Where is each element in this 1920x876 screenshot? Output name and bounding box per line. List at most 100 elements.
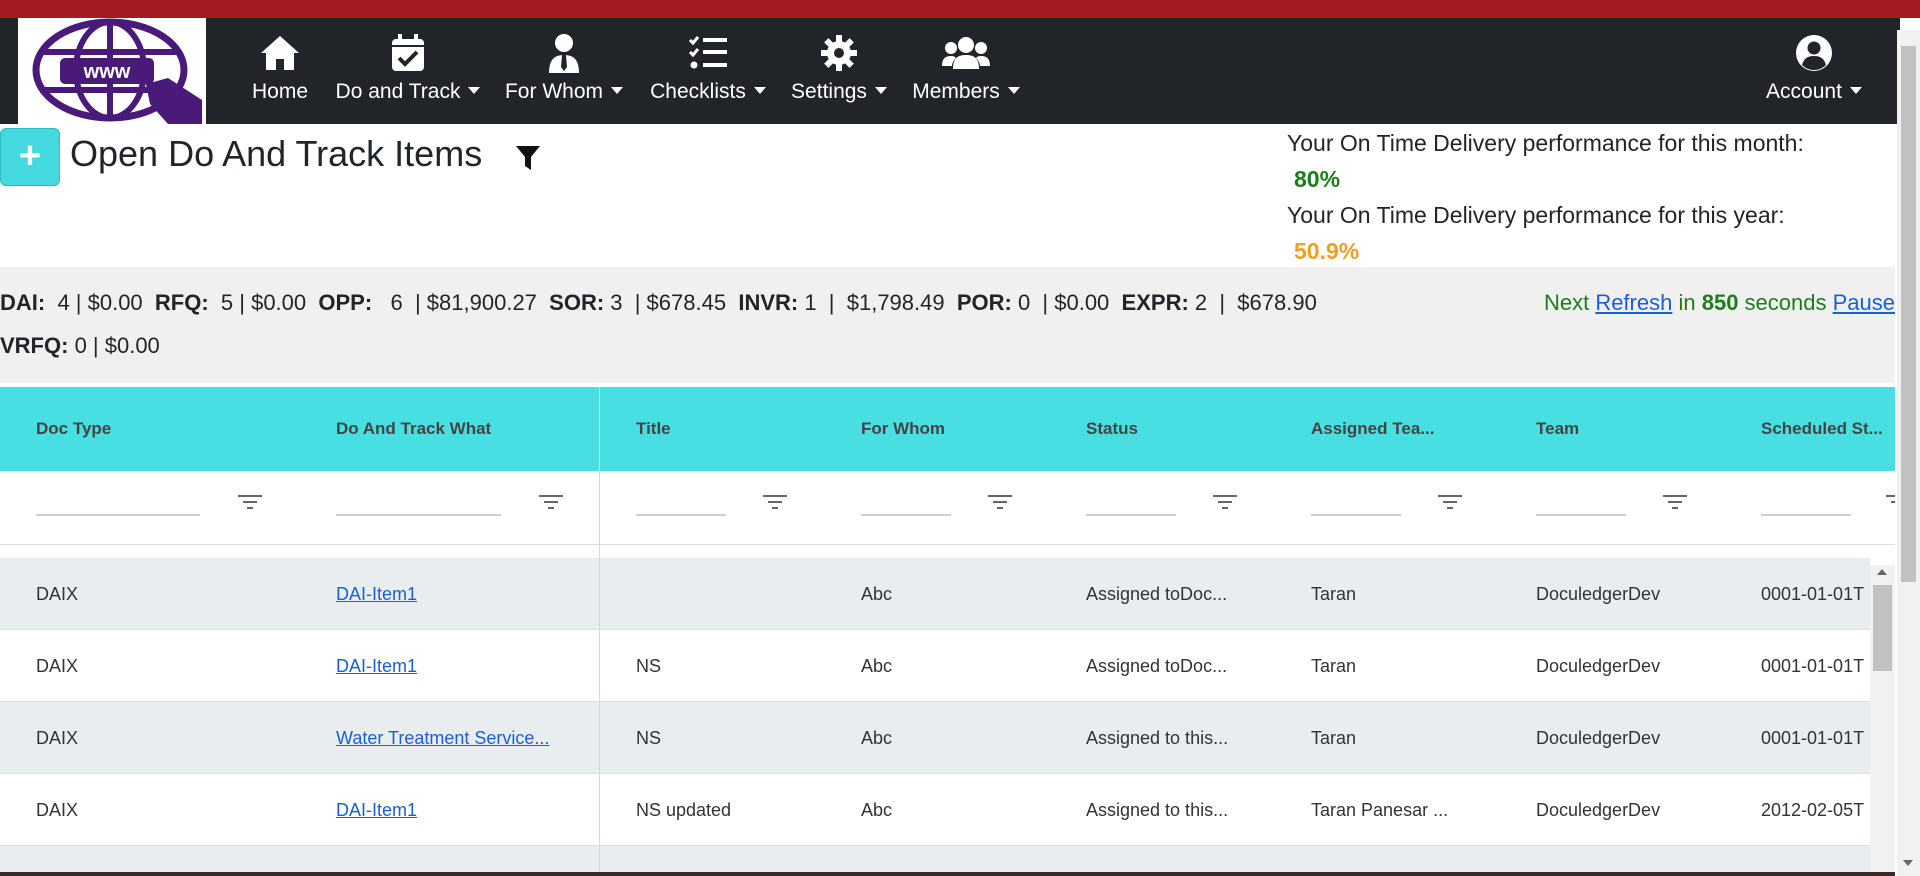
item-link[interactable]: Water Treatment Service... [336, 728, 549, 748]
filter-input[interactable] [36, 514, 200, 516]
filter-lines-icon[interactable] [1663, 493, 1687, 516]
nav-home[interactable]: Home [236, 18, 324, 124]
page-scrollbar[interactable] [1897, 30, 1920, 876]
filter-lines-icon[interactable] [763, 493, 787, 516]
column-header-title[interactable]: Title [636, 387, 671, 471]
add-item-button[interactable]: + [0, 128, 60, 186]
cell-status: Assigned toDoc... [1086, 584, 1228, 604]
item-link[interactable]: DAI-Item1 [336, 584, 417, 604]
nav-members-label: Members [908, 80, 1024, 104]
logo[interactable]: www [18, 18, 206, 124]
items-grid: Doc Type Do And Track What Title For Who… [0, 387, 1895, 876]
home-icon [236, 32, 324, 74]
cell-do-and-track-what: DAI-Item1 [336, 558, 566, 630]
filter-input[interactable] [336, 514, 501, 516]
month-performance-label: Your On Time Delivery performance for th… [1287, 130, 1804, 156]
column-header-for-whom[interactable]: For Whom [861, 387, 945, 471]
summary-value: 1 | $1,798.49 [798, 290, 951, 315]
filter-input[interactable] [1761, 514, 1851, 516]
summary-bar: DAI: 4 | $0.00 RFQ: 5 | $0.00 OPP: 6 | $… [0, 267, 1895, 383]
month-performance-value: 80% [1294, 166, 1341, 192]
cell-doc-type: DAIX [36, 800, 79, 820]
summary-value: 6 | $81,900.27 [372, 290, 544, 315]
cell-status: Assigned to this... [1086, 800, 1229, 820]
logo-text: www [83, 61, 131, 83]
summary-key: VRFQ: [0, 333, 69, 358]
refresh-countdown: Next Refresh in 850 seconds Pause [1544, 290, 1895, 316]
cell-for-whom: Abc [861, 584, 893, 604]
cell-doc-type: DAIX [36, 656, 79, 676]
filter-input[interactable] [861, 514, 951, 516]
scroll-up-icon[interactable] [1877, 569, 1887, 575]
table-row[interactable]: DAIX DAI-Item1 Abc Assigned toDoc... Tar… [0, 558, 1870, 630]
nav-settings-text: Settings [791, 80, 867, 103]
cell-do-and-track-what: Water Treatment Service... [336, 702, 566, 774]
nav-checklists[interactable]: Checklists [646, 18, 770, 124]
page-title: Open Do And Track Items [70, 133, 483, 174]
grid-scrollbar[interactable] [1870, 565, 1895, 876]
refresh-seconds: 850 [1701, 290, 1739, 315]
column-header-do-and-track-what[interactable]: Do And Track What [336, 387, 491, 471]
nav-members[interactable]: Members [908, 18, 1024, 124]
refresh-prefix: Next [1543, 290, 1596, 315]
cell-title: NS updated [636, 800, 732, 820]
column-header-doc-type[interactable]: Doc Type [36, 387, 111, 471]
filter-lines-icon[interactable] [988, 493, 1012, 516]
pause-link[interactable]: Pause [1833, 290, 1895, 315]
table-row[interactable]: DAIX Water Treatment Service... NS Abc A… [0, 702, 1870, 774]
nav-settings[interactable]: Settings [786, 18, 892, 124]
scroll-down-icon[interactable] [1903, 860, 1913, 866]
summary-key: RFQ: [154, 290, 209, 315]
filter-input[interactable] [1086, 514, 1176, 516]
grid-scrollbar-thumb[interactable] [1873, 585, 1892, 671]
column-header-team[interactable]: Team [1536, 387, 1579, 471]
refresh-middle: in [1672, 290, 1702, 315]
filter-input[interactable] [636, 514, 726, 516]
page-scrollbar-thumb[interactable] [1901, 46, 1916, 582]
item-link[interactable]: DAI-Item1 [336, 800, 417, 820]
app-window: www Home Do and Track For Whom Checklist… [0, 0, 1920, 876]
column-divider [599, 387, 600, 876]
column-header-status[interactable]: Status [1086, 387, 1138, 471]
nav-settings-label: Settings [786, 80, 892, 104]
summary-key: SOR: [549, 290, 605, 315]
nav-checklists-text: Checklists [650, 80, 746, 103]
summary-value: 0 | $0.00 [68, 333, 160, 358]
summary-line-1: DAI: 4 | $0.00 RFQ: 5 | $0.00 OPP: 6 | $… [0, 290, 1317, 316]
gear-icon [786, 32, 892, 74]
filter-lines-icon[interactable] [539, 493, 563, 516]
filter-lines-icon[interactable] [1213, 493, 1237, 516]
chevron-down-icon [611, 87, 623, 94]
cell-doc-type: DAIX [36, 728, 79, 748]
nav-for-whom[interactable]: For Whom [500, 18, 628, 124]
chevron-down-icon [468, 87, 481, 94]
performance-panel: Your On Time Delivery performance for th… [1287, 128, 1804, 272]
filter-lines-icon[interactable] [1438, 493, 1462, 516]
item-link[interactable]: DAI-Item1 [336, 656, 417, 676]
cell-status: Assigned toDoc... [1086, 656, 1228, 676]
filter-icon[interactable] [515, 144, 541, 177]
filter-input[interactable] [1311, 514, 1401, 516]
summary-key: OPP: [318, 290, 373, 315]
table-row[interactable]: DAIX DAI-Item1 NS updated Abc Assigned t… [0, 774, 1870, 846]
summary-value: 0 | $0.00 [1011, 290, 1116, 315]
summary-value: 2 | $678.90 [1188, 290, 1317, 315]
cell-team: DoculedgerDev [1536, 656, 1661, 676]
chevron-down-icon [1007, 87, 1020, 94]
cell-assigned-team: Taran [1311, 656, 1357, 676]
summary-key: DAI: [0, 290, 46, 315]
column-header-scheduled-start[interactable]: Scheduled St... [1761, 387, 1883, 471]
filter-lines-icon[interactable] [238, 493, 262, 516]
nav-do-and-track[interactable]: Do and Track [332, 18, 484, 124]
refresh-link[interactable]: Refresh [1595, 290, 1672, 315]
nav-account[interactable]: Account [1758, 18, 1870, 124]
table-row[interactable]: DAIX DAI-Item1 NS Abc Assigned toDoc... … [0, 630, 1870, 702]
filter-input[interactable] [1536, 514, 1626, 516]
cell-title: NS [636, 656, 662, 676]
summary-value: 3 | $678.45 [604, 290, 733, 315]
calendar-check-icon [332, 32, 484, 74]
filter-lines-icon[interactable] [1886, 493, 1895, 516]
bottom-stripe [0, 872, 1895, 876]
summary-value: 5 | $0.00 [208, 290, 313, 315]
column-header-assigned-team[interactable]: Assigned Tea... [1311, 387, 1434, 471]
